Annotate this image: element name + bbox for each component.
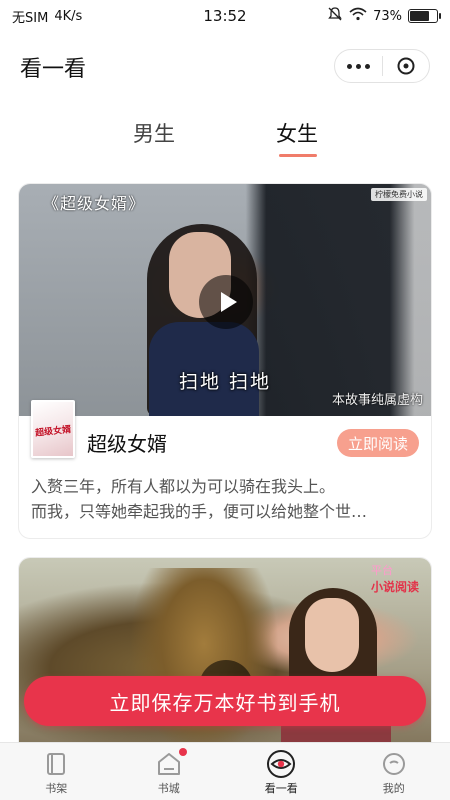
status-right: 73% [327, 6, 441, 26]
video-label-main: 小说阅读 [370, 580, 419, 594]
bottom-tab-bar: 书架 书城 看一看 我的 [0, 742, 450, 800]
more-button[interactable] [335, 50, 382, 82]
close-button[interactable] [383, 50, 430, 82]
book-info: 超级女婿 超级女婿 立即阅读 入赘三年，所有人都以为可以骑在我头上。 而我，只等… [19, 400, 431, 538]
mute-icon [327, 6, 343, 26]
tabbar-label: 我的 [382, 782, 405, 795]
notification-dot [178, 748, 187, 756]
description-line: 而我，只等她牵起我的手，便可以给她整个世… [31, 502, 368, 521]
wifi-icon [349, 7, 367, 25]
video-watermark: 本故事纯属虚构 [331, 393, 423, 408]
book-card[interactable]: 《超级女婿》 柠檬免费小说 扫地 扫地 本故事纯属虚构 超级女婿 超级女婿 立即… [18, 183, 432, 539]
tabbar-label: 书架 [45, 782, 68, 795]
read-now-button[interactable]: 立即阅读 [336, 429, 419, 457]
description-line: 入赘三年，所有人都以为可以骑在我头上。 [31, 477, 336, 496]
active-tab-indicator [279, 154, 317, 157]
carrier-text: 无SIM [12, 10, 49, 26]
tab-male[interactable]: 男生 [133, 118, 175, 148]
status-left: 无SIM 4K/s [12, 7, 82, 26]
status-bar: 无SIM 4K/s 13:52 73% [0, 0, 450, 32]
battery-fill [410, 11, 429, 21]
tabbar-label: 看一看 [264, 782, 298, 795]
profile-icon [378, 748, 410, 780]
save-books-cta-button[interactable]: 立即保存万本好书到手机 [24, 676, 426, 726]
book-title[interactable]: 超级女婿 [87, 428, 167, 457]
more-dots-icon [346, 63, 370, 69]
watch-icon [265, 748, 297, 780]
video-label-top: 平台 [370, 564, 393, 577]
tab-female[interactable]: 女生 [276, 118, 318, 148]
video-title: 《超级女婿》 [43, 194, 146, 213]
tabbar-label: 书城 [157, 782, 180, 795]
close-circle-icon [397, 57, 415, 75]
video-preview[interactable]: 平台 小说阅读 [19, 558, 431, 758]
video-preview[interactable]: 《超级女婿》 柠檬免费小说 扫地 扫地 本故事纯属虚构 [19, 184, 431, 416]
tabbar-item-bookstore[interactable]: 书城 [113, 743, 226, 800]
video-label: 平台 小说阅读 [371, 562, 419, 595]
book-description: 入赘三年，所有人都以为可以骑在我头上。 而我，只等她牵起我的手，便可以给她整个世… [31, 474, 419, 524]
video-wheat-bundle [129, 568, 279, 758]
tabbar-item-watch[interactable]: 看一看 [225, 743, 338, 800]
mini-program-header: 看一看 [0, 38, 450, 96]
video-badge: 柠檬免费小说 [371, 188, 427, 201]
cover-title: 超级女婿 [34, 425, 72, 439]
network-speed: 4K/s [54, 8, 83, 24]
gender-tabs: 男生 女生 [0, 118, 450, 162]
capsule-menu [334, 49, 430, 83]
video-figure-face [305, 598, 359, 672]
book-cover[interactable]: 超级女婿 [31, 400, 75, 458]
book-card[interactable]: 平台 小说阅读 [18, 557, 432, 759]
tabbar-item-profile[interactable]: 我的 [338, 743, 450, 800]
play-button[interactable] [199, 275, 253, 329]
battery-percent: 73% [373, 8, 402, 24]
battery-icon [408, 9, 441, 23]
tabbar-item-bookshelf[interactable]: 书架 [0, 743, 113, 800]
page-title: 看一看 [20, 57, 87, 82]
bookshelf-icon [40, 748, 72, 780]
